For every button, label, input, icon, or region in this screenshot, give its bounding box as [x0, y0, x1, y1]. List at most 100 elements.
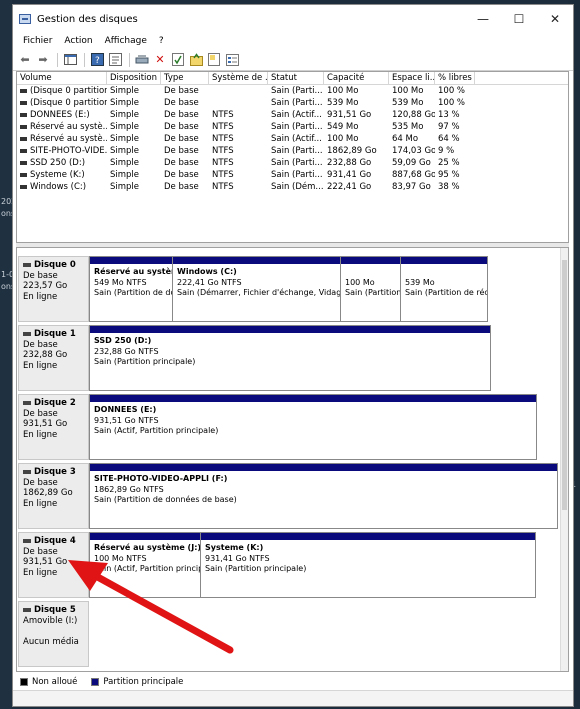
back-arrow-icon[interactable]: ⬅	[17, 52, 33, 68]
connect-icon[interactable]	[134, 52, 150, 68]
partition-title: DONNEES (E:)	[94, 405, 157, 414]
disk-label[interactable]: Disque 1 De base 232,88 Go En ligne	[18, 325, 89, 391]
column-header-percent-free[interactable]: % libres	[435, 72, 475, 84]
disk-label[interactable]: Disque 4 De base 931,51 Go En ligne	[18, 532, 89, 598]
partition-block[interactable]: Réservé au système (J:) 100 Mo NTFS Sain (…	[90, 533, 201, 597]
partition-status: Sain (Partition de do	[94, 288, 173, 297]
menu-help[interactable]: ?	[153, 36, 170, 46]
disk-label[interactable]: Disque 0 De base 223,57 Go En ligne	[18, 256, 89, 322]
svg-text:?: ?	[95, 56, 100, 66]
column-header-free-space[interactable]: Espace li...	[389, 72, 435, 84]
new-document-icon[interactable]	[206, 52, 222, 68]
table-cell: Simple	[107, 145, 161, 157]
list-view-icon[interactable]	[224, 52, 240, 68]
cell-text: DONNEES (E:)	[30, 110, 90, 120]
table-cell: De base	[161, 157, 209, 169]
column-header-status[interactable]: Statut	[268, 72, 324, 84]
disk-size: 931,51 Go	[23, 557, 68, 567]
cell-text: 9 %	[438, 146, 455, 156]
partition-block[interactable]: DONNEES (E:) 931,51 Go NTFS Sain (Actif, P…	[90, 395, 536, 459]
table-cell: 931,51 Go	[324, 109, 389, 121]
cell-text: 59,09 Go	[392, 158, 431, 168]
table-row[interactable]: SITE-PHOTO-VIDE... Simple De base NTFS Sain …	[17, 145, 568, 157]
folder-up-icon[interactable]	[188, 52, 204, 68]
partition-status: Sain (Partition de réc	[405, 288, 487, 297]
title-bar[interactable]: Gestion des disques — ☐ ✕	[13, 5, 573, 33]
partition-block[interactable]: SSD 250 (D:) 232,88 Go NTFS Sain (Partitio…	[90, 326, 490, 390]
column-header-disposition[interactable]: Disposition	[107, 72, 161, 84]
table-row[interactable]: Réservé au systè... Simple De base NTFS Sain…	[17, 133, 568, 145]
table-row[interactable]: DONNEES (E:) Simple De base NTFS Sain (Actif…	[17, 109, 568, 121]
table-cell: 100 %	[435, 85, 475, 97]
table-row[interactable]: Windows (C:) Simple De base NTFS Sain (Dém..…	[17, 181, 568, 193]
cell-text: 100 %	[438, 86, 466, 96]
partition-status: Sain (Partition principale)	[205, 564, 307, 573]
properties-icon[interactable]	[107, 52, 123, 68]
cell-text: 100 Mo	[392, 86, 424, 96]
disk-label[interactable]: Disque 5 Amovible (I:) Aucun média	[18, 601, 89, 667]
column-header-type[interactable]: Type	[161, 72, 209, 84]
disk-status: En ligne	[23, 567, 58, 578]
partition-status: Sain (Démarrer, Fichier d'échange, Vidag…	[177, 288, 341, 297]
disk-icon	[23, 608, 31, 613]
disk-partitions: SSD 250 (D:) 232,88 Go NTFS Sain (Partitio…	[89, 325, 491, 391]
desktop-background-left	[0, 0, 12, 709]
volume-icon	[20, 136, 27, 141]
disk-size: 931,51 Go	[23, 419, 68, 429]
disk-type: Amovible (I:)	[23, 615, 78, 626]
table-cell: 13 %	[435, 109, 475, 121]
table-cell: 64 %	[435, 133, 475, 145]
table-row[interactable]: Systeme (K:) Simple De base NTFS Sain (Parti…	[17, 169, 568, 181]
cell-text: 539 Mo	[392, 98, 424, 108]
close-button[interactable]: ✕	[537, 5, 573, 33]
table-cell: NTFS	[209, 169, 268, 181]
partition-status: Sain (Actif, Partition principale)	[94, 426, 219, 435]
maximize-button[interactable]: ☐	[501, 5, 537, 33]
table-cell: 539 Mo	[324, 97, 389, 109]
partition-block[interactable]: Réservé au système549 Mo NTFSSain (Parti…	[90, 257, 173, 321]
disk-row: Disque 4 De base 931,51 Go En ligne Réservé …	[17, 532, 568, 598]
table-cell: De base	[161, 85, 209, 97]
partition-block[interactable]: 100 Mo Sain (Partition	[341, 257, 401, 321]
console-tree-icon[interactable]	[62, 52, 78, 68]
partition-block[interactable]: 539 Mo Sain (Partition de réc	[401, 257, 487, 321]
menu-fichier[interactable]: Fichier	[17, 36, 58, 46]
table-row[interactable]: (Disque 0 partition...Simple De base Sain …	[17, 97, 568, 109]
table-row[interactable]: Réservé au systè... Simple De base NTFS Sain…	[17, 121, 568, 133]
column-header-capacity[interactable]: Capacité	[324, 72, 389, 84]
cell-text: SITE-PHOTO-VIDE...	[30, 146, 107, 156]
table-row[interactable]: (Disque 0 partition...Simple De base Sain …	[17, 85, 568, 97]
menu-action[interactable]: Action	[58, 36, 98, 46]
cell-text: 931,41 Go	[327, 170, 372, 180]
column-header-volume[interactable]: Volume	[17, 72, 107, 84]
column-header-filesystem[interactable]: Système de ...	[209, 72, 268, 84]
volume-icon	[20, 160, 27, 165]
partition-size: 931,51 Go NTFS	[94, 415, 159, 425]
minimize-button[interactable]: —	[465, 5, 501, 33]
table-cell: 539 Mo	[389, 97, 435, 109]
partition-block[interactable]: Systeme (K:) 931,41 Go NTFS Sain (Partitio…	[201, 533, 535, 597]
cell-text: 25 %	[438, 158, 460, 168]
cell-text: 232,88 Go	[327, 158, 372, 168]
partition-block[interactable]: SITE-PHOTO-VIDEO-APPLI (F:) 1862,89 Go NT…	[90, 464, 557, 528]
table-row[interactable]: SSD 250 (D:) Simple De base NTFS Sain (Parti…	[17, 157, 568, 169]
help-icon[interactable]: ?	[89, 52, 105, 68]
delete-icon[interactable]: ✕	[152, 52, 168, 68]
cell-text: Sain (Parti...	[271, 98, 323, 108]
disk-label[interactable]: Disque 2 De base 931,51 Go En ligne	[18, 394, 89, 460]
partition-status: Sain (Partition principale)	[94, 357, 196, 366]
partition-block[interactable]: Windows (C:) 222,41 Go NTFS Sain (Démarrer…	[173, 257, 341, 321]
cell-text: 174,03 Go	[392, 146, 435, 156]
cell-text: Sain (Parti...	[271, 170, 323, 180]
table-cell: 25 %	[435, 157, 475, 169]
disk-label[interactable]: Disque 3 De base 1862,89 Go En ligne	[18, 463, 89, 529]
cell-text: Simple	[110, 122, 140, 132]
table-cell	[209, 85, 268, 97]
volume-icon	[20, 172, 27, 177]
menu-affichage[interactable]: Affichage	[99, 36, 153, 46]
check-icon[interactable]	[170, 52, 186, 68]
partition-size: 100 Mo	[345, 277, 375, 287]
forward-arrow-icon[interactable]: ➡	[35, 52, 51, 68]
table-cell: Sain (Parti...	[268, 97, 324, 109]
cell-text: Simple	[110, 182, 140, 192]
